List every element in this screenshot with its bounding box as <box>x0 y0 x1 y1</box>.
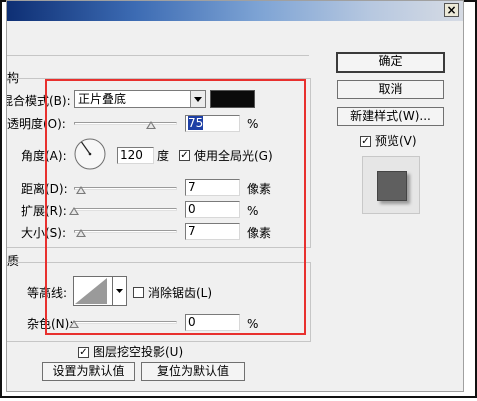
opacity-label: 透明度(O): <box>7 117 66 131</box>
opacity-unit: % <box>247 117 259 131</box>
spread-label: 扩展(R): <box>21 204 67 218</box>
opacity-slider-track[interactable] <box>74 122 177 125</box>
chevron-down-icon[interactable] <box>190 91 205 107</box>
make-default-button[interactable]: 设置为默认值 <box>42 362 135 381</box>
preview-label: 预览(V) <box>375 134 417 148</box>
size-slider-track[interactable] <box>74 230 177 233</box>
preview-swatch <box>377 171 407 201</box>
distance-slider-track[interactable] <box>74 187 177 190</box>
spread-slider-thumb[interactable] <box>69 207 79 215</box>
blend-mode-value: 正片叠底 <box>78 92 127 106</box>
anti-alias-checkbox[interactable] <box>133 287 144 298</box>
noise-slider-track[interactable] <box>74 321 177 324</box>
ok-button[interactable]: 确定 <box>336 52 445 73</box>
distance-label: 距离(D): <box>21 182 68 196</box>
noise-slider-thumb[interactable] <box>69 320 79 328</box>
preview-thumbnail <box>362 156 420 214</box>
noise-unit: % <box>247 317 259 331</box>
distance-input[interactable]: 7 <box>185 179 240 196</box>
global-light-checkbox[interactable]: ✓ <box>179 150 190 161</box>
title-bar: × <box>7 1 463 21</box>
shadow-color-swatch[interactable] <box>210 90 255 108</box>
distance-slider-thumb[interactable] <box>76 186 86 194</box>
layer-knockout-label: 图层挖空投影(U) <box>93 345 184 359</box>
reset-default-button[interactable]: 复位为默认值 <box>141 362 245 381</box>
noise-label: 杂色(N): <box>27 317 74 331</box>
noise-input[interactable]: 0 <box>185 314 240 331</box>
anti-alias-label: 消除锯齿(L) <box>148 286 213 300</box>
spread-slider-track[interactable] <box>74 208 177 211</box>
blend-mode-label: 混合模式(B): <box>6 94 71 108</box>
layer-style-dialog: × 构 混合模式(B): 正片叠底 透明度(O): 75 % 角度(A): 12… <box>6 0 464 392</box>
angle-dial[interactable] <box>73 137 107 171</box>
cancel-button[interactable]: 取消 <box>337 80 444 99</box>
size-input[interactable]: 7 <box>185 223 240 240</box>
distance-unit: 像素 <box>247 182 272 196</box>
opacity-input[interactable]: 75 <box>185 115 240 132</box>
close-icon[interactable]: × <box>444 3 459 17</box>
new-style-button[interactable]: 新建样式(W)... <box>337 107 444 126</box>
layer-knockout-checkbox[interactable]: ✓ <box>78 347 89 358</box>
angle-input[interactable]: 120 <box>117 147 154 164</box>
blend-mode-select[interactable]: 正片叠底 <box>74 90 206 108</box>
angle-label: 角度(A): <box>21 149 67 163</box>
size-slider-thumb[interactable] <box>76 229 86 237</box>
contour-thumbnail[interactable] <box>73 276 127 306</box>
spread-unit: % <box>247 204 259 218</box>
global-light-label: 使用全局光(G) <box>194 149 273 163</box>
size-unit: 像素 <box>247 226 272 240</box>
spread-input[interactable]: 0 <box>185 201 240 218</box>
contour-label: 等高线: <box>27 286 68 300</box>
opacity-slider-thumb[interactable] <box>146 121 157 129</box>
preview-checkbox[interactable]: ✓ <box>360 136 371 147</box>
size-label: 大小(S): <box>21 226 67 240</box>
section-divider <box>7 55 309 56</box>
angle-unit: 度 <box>157 149 170 163</box>
